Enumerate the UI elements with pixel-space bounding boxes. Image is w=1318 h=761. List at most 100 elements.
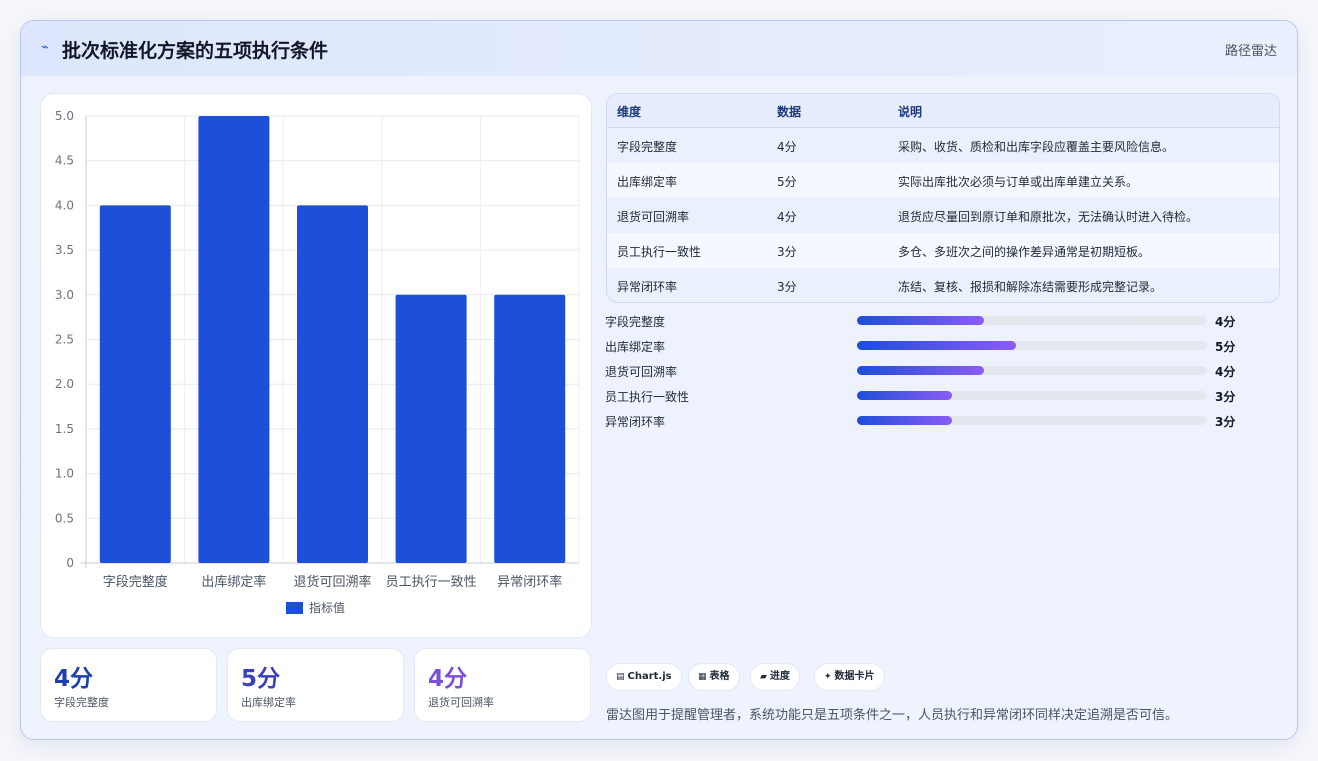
- y-tick-label: 2.0: [55, 377, 74, 391]
- table-row: 异常闭环率 3分 冻结、复核、报损和解除冻结需要形成完整记录。: [607, 268, 1279, 302]
- kpi-value: 4分: [428, 666, 468, 692]
- progress-label: 员工执行一致性: [605, 390, 690, 404]
- table-cell: 退货可回溯率: [617, 210, 690, 224]
- progress-value: 4分: [1215, 315, 1236, 329]
- table-cell: 出库绑定率: [617, 175, 678, 189]
- y-tick-label: 0.5: [55, 511, 74, 525]
- progress-label: 退货可回溯率: [605, 365, 678, 379]
- y-tick-label: 4.0: [55, 198, 74, 212]
- column-header: 数据: [777, 105, 802, 119]
- table-cell: 异常闭环率: [617, 280, 678, 294]
- table-cell: 实际出库批次必须与订单或出库单建立关系。: [898, 175, 1139, 189]
- progress-row: 退货可回溯率 4分: [605, 361, 1245, 381]
- legend-label: 指标值: [309, 600, 345, 615]
- chip-data-card[interactable]: ✦ 数据卡片: [814, 663, 885, 691]
- kpi-label: 退货可回溯率: [428, 696, 494, 709]
- progress-fill: [857, 341, 1017, 350]
- bar-chart-panel: 0 0.5 1.0 1.5 2.0 2.5 3.0 3.5 4.0 4.5 5.0 字段完整度 出库绑定…: [40, 93, 592, 638]
- table-cell: 冻结、复核、报损和解除冻结需要形成完整记录。: [898, 280, 1163, 294]
- bar-chart: 0 0.5 1.0 1.5 2.0 2.5 3.0 3.5 4.0 4.5 5.0 字段完整度 出库绑定…: [55, 109, 580, 615]
- y-tick-label: 3.0: [55, 288, 74, 302]
- table-cell: 4分: [777, 210, 797, 224]
- progress-fill: [857, 316, 985, 325]
- chip-label: 表格: [709, 671, 730, 682]
- progress-label: 字段完整度: [605, 315, 666, 329]
- chart-icon: ▤: [616, 672, 625, 682]
- progress-value: 5分: [1215, 340, 1236, 354]
- table-cell: 退货应尽量回到原订单和原批次，无法确认时进入待检。: [898, 210, 1199, 224]
- progress-fill: [857, 366, 985, 375]
- table-icon: ▦: [698, 672, 707, 682]
- bar: [494, 294, 566, 563]
- y-tick-label: 1.0: [55, 467, 74, 481]
- y-tick-label: 2.5: [55, 333, 74, 347]
- kpi-value: 4分: [54, 666, 94, 692]
- activity-icon: ⌁: [41, 40, 49, 55]
- progress-value: 4分: [1215, 365, 1236, 379]
- table-cell: 5分: [777, 175, 797, 189]
- progress-track: [857, 316, 1207, 325]
- header-tag: 路径雷达: [1224, 44, 1277, 59]
- table-cell: 多仓、多班次之间的操作差异通常是初期短板。: [898, 245, 1151, 259]
- bar: [297, 205, 368, 563]
- column-header: 说明: [898, 105, 923, 119]
- progress-row: 员工执行一致性 3分: [605, 386, 1245, 406]
- progress-track: [857, 416, 1207, 425]
- progress-track: [857, 341, 1207, 350]
- table-row: 出库绑定率 5分 实际出库批次必须与订单或出库单建立关系。: [607, 163, 1279, 198]
- chip-progress[interactable]: ▰ 进度: [750, 663, 800, 691]
- progress-value: 3分: [1215, 390, 1236, 404]
- column-header: 维度: [617, 105, 642, 119]
- footnote: 雷达图用于提醒管理者，系统功能只是五项条件之一，人员执行和异常闭环同样决定追溯是…: [606, 708, 1179, 723]
- bar: [395, 294, 467, 563]
- progress-label: 异常闭环率: [605, 415, 666, 429]
- y-tick-label: 1.5: [55, 422, 74, 436]
- sparkle-icon: ✦: [824, 672, 832, 682]
- kpi-card: 5分 出库绑定率: [227, 648, 404, 722]
- x-tick-label: 员工执行一致性: [386, 575, 477, 590]
- progress-row: 出库绑定率 5分: [605, 336, 1245, 356]
- page-title: 批次标准化方案的五项执行条件: [62, 40, 329, 62]
- kpi-value: 5分: [241, 666, 281, 692]
- chip-chart-js[interactable]: ▤ Chart.js: [606, 663, 682, 691]
- progress-fill: [857, 391, 953, 400]
- y-tick-label: 0: [66, 556, 74, 570]
- table-row: 退货可回溯率 4分 退货应尽量回到原订单和原批次，无法确认时进入待检。: [607, 198, 1279, 233]
- progress-fill: [857, 416, 953, 425]
- progress-row: 异常闭环率 3分: [605, 411, 1245, 431]
- main-card: ⌁ 批次标准化方案的五项执行条件 路径雷达 0 0.5 1.0 1.5 2.0 2.5 3.…: [20, 20, 1298, 740]
- table-cell: 3分: [777, 280, 797, 294]
- y-tick-label: 4.5: [55, 154, 74, 168]
- x-tick-label: 退货可回溯率: [293, 574, 371, 590]
- x-tick-label: 异常闭环率: [497, 574, 562, 590]
- table-row: 字段完整度 4分 采购、收货、质检和出库字段应覆盖主要风险信息。: [607, 128, 1279, 163]
- chip-label: Chart.js: [627, 671, 672, 682]
- kpi-card: 4分 退货可回溯率: [414, 648, 591, 722]
- bar: [99, 205, 171, 563]
- table-cell: 4分: [777, 140, 797, 154]
- table-cell: 采购、收货、质检和出库字段应覆盖主要风险信息。: [898, 140, 1175, 154]
- progress-icon: ▰: [760, 672, 767, 682]
- bar: [198, 116, 270, 563]
- kpi-card: 4分 字段完整度: [40, 648, 217, 722]
- progress-track: [857, 366, 1207, 375]
- progress-row: 字段完整度 4分: [605, 311, 1245, 331]
- chip-label: 进度: [769, 671, 790, 682]
- table-cell: 字段完整度: [617, 140, 678, 154]
- table-cell: 员工执行一致性: [617, 245, 702, 259]
- legend-swatch: [286, 602, 303, 614]
- kpi-label: 字段完整度: [54, 696, 109, 709]
- progress-value: 3分: [1215, 415, 1236, 429]
- y-tick-label: 3.5: [55, 243, 74, 257]
- kpi-label: 出库绑定率: [241, 696, 296, 709]
- card-header: ⌁ 批次标准化方案的五项执行条件 路径雷达: [21, 21, 1297, 76]
- x-tick-label: 出库绑定率: [201, 574, 266, 590]
- table-cell: 3分: [777, 245, 797, 259]
- progress-label: 出库绑定率: [605, 340, 666, 354]
- data-table: 维度 数据 说明 字段完整度 4分 采购、收货、质检和出库字段应覆盖主要风险信息…: [606, 93, 1280, 303]
- table-row: 员工执行一致性 3分 多仓、多班次之间的操作差异通常是初期短板。: [607, 233, 1279, 268]
- chip-table[interactable]: ▦ 表格: [688, 663, 740, 691]
- table-header-row: 维度 数据 说明: [607, 94, 1279, 128]
- progress-track: [857, 391, 1207, 400]
- y-tick-label: 5.0: [55, 109, 74, 123]
